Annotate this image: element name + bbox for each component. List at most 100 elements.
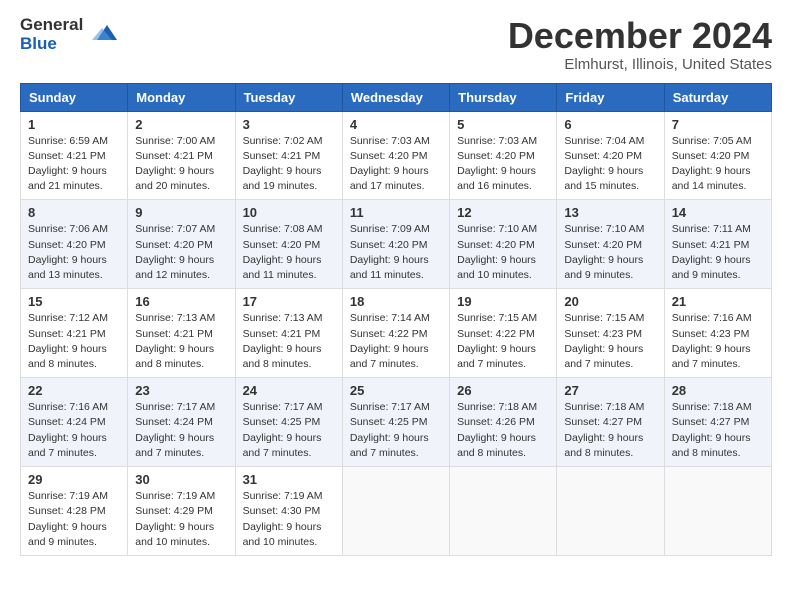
calendar-cell: 22 Sunrise: 7:16 AMSunset: 4:24 PMDaylig… bbox=[21, 378, 128, 467]
day-number: 29 bbox=[28, 472, 120, 487]
day-number: 4 bbox=[350, 117, 442, 132]
day-info: Sunrise: 7:17 AMSunset: 4:25 PMDaylight:… bbox=[350, 400, 442, 461]
page-header: General Blue December 2024 Elmhurst, Ill… bbox=[20, 16, 772, 73]
day-number: 8 bbox=[28, 205, 120, 220]
day-info: Sunrise: 7:17 AMSunset: 4:25 PMDaylight:… bbox=[243, 400, 335, 461]
day-info: Sunrise: 7:18 AMSunset: 4:26 PMDaylight:… bbox=[457, 400, 549, 461]
day-info: Sunrise: 7:15 AMSunset: 4:22 PMDaylight:… bbox=[457, 311, 549, 372]
day-info: Sunrise: 7:12 AMSunset: 4:21 PMDaylight:… bbox=[28, 311, 120, 372]
logo: General Blue bbox=[20, 16, 117, 53]
calendar-cell: 21 Sunrise: 7:16 AMSunset: 4:23 PMDaylig… bbox=[664, 289, 771, 378]
day-info: Sunrise: 7:18 AMSunset: 4:27 PMDaylight:… bbox=[672, 400, 764, 461]
day-header-tuesday: Tuesday bbox=[235, 83, 342, 111]
calendar-cell: 15 Sunrise: 7:12 AMSunset: 4:21 PMDaylig… bbox=[21, 289, 128, 378]
calendar-cell: 16 Sunrise: 7:13 AMSunset: 4:21 PMDaylig… bbox=[128, 289, 235, 378]
day-header-friday: Friday bbox=[557, 83, 664, 111]
day-number: 20 bbox=[564, 294, 656, 309]
day-number: 1 bbox=[28, 117, 120, 132]
calendar-cell: 3 Sunrise: 7:02 AMSunset: 4:21 PMDayligh… bbox=[235, 111, 342, 200]
calendar-cell: 14 Sunrise: 7:11 AMSunset: 4:21 PMDaylig… bbox=[664, 200, 771, 289]
day-number: 27 bbox=[564, 383, 656, 398]
calendar-week-1: 1 Sunrise: 6:59 AMSunset: 4:21 PMDayligh… bbox=[21, 111, 772, 200]
day-info: Sunrise: 7:05 AMSunset: 4:20 PMDaylight:… bbox=[672, 134, 764, 195]
day-header-sunday: Sunday bbox=[21, 83, 128, 111]
calendar-cell: 28 Sunrise: 7:18 AMSunset: 4:27 PMDaylig… bbox=[664, 378, 771, 467]
calendar-cell: 18 Sunrise: 7:14 AMSunset: 4:22 PMDaylig… bbox=[342, 289, 449, 378]
calendar-cell: 29 Sunrise: 7:19 AMSunset: 4:28 PMDaylig… bbox=[21, 467, 128, 556]
calendar-cell bbox=[664, 467, 771, 556]
calendar-cell: 13 Sunrise: 7:10 AMSunset: 4:20 PMDaylig… bbox=[557, 200, 664, 289]
day-info: Sunrise: 7:19 AMSunset: 4:29 PMDaylight:… bbox=[135, 489, 227, 550]
day-number: 9 bbox=[135, 205, 227, 220]
day-number: 6 bbox=[564, 117, 656, 132]
calendar-cell: 19 Sunrise: 7:15 AMSunset: 4:22 PMDaylig… bbox=[450, 289, 557, 378]
day-number: 28 bbox=[672, 383, 764, 398]
day-number: 24 bbox=[243, 383, 335, 398]
day-number: 21 bbox=[672, 294, 764, 309]
calendar-cell: 26 Sunrise: 7:18 AMSunset: 4:26 PMDaylig… bbox=[450, 378, 557, 467]
calendar-cell: 5 Sunrise: 7:03 AMSunset: 4:20 PMDayligh… bbox=[450, 111, 557, 200]
day-header-thursday: Thursday bbox=[450, 83, 557, 111]
month-title: December 2024 bbox=[508, 16, 772, 56]
day-number: 30 bbox=[135, 472, 227, 487]
calendar-cell: 20 Sunrise: 7:15 AMSunset: 4:23 PMDaylig… bbox=[557, 289, 664, 378]
calendar-cell: 17 Sunrise: 7:13 AMSunset: 4:21 PMDaylig… bbox=[235, 289, 342, 378]
calendar-cell: 4 Sunrise: 7:03 AMSunset: 4:20 PMDayligh… bbox=[342, 111, 449, 200]
day-number: 12 bbox=[457, 205, 549, 220]
calendar-cell: 9 Sunrise: 7:07 AMSunset: 4:20 PMDayligh… bbox=[128, 200, 235, 289]
calendar-cell: 31 Sunrise: 7:19 AMSunset: 4:30 PMDaylig… bbox=[235, 467, 342, 556]
day-info: Sunrise: 6:59 AMSunset: 4:21 PMDaylight:… bbox=[28, 134, 120, 195]
day-number: 19 bbox=[457, 294, 549, 309]
day-info: Sunrise: 7:19 AMSunset: 4:30 PMDaylight:… bbox=[243, 489, 335, 550]
calendar-cell: 25 Sunrise: 7:17 AMSunset: 4:25 PMDaylig… bbox=[342, 378, 449, 467]
calendar-week-5: 29 Sunrise: 7:19 AMSunset: 4:28 PMDaylig… bbox=[21, 467, 772, 556]
day-info: Sunrise: 7:03 AMSunset: 4:20 PMDaylight:… bbox=[350, 134, 442, 195]
day-info: Sunrise: 7:02 AMSunset: 4:21 PMDaylight:… bbox=[243, 134, 335, 195]
day-header-monday: Monday bbox=[128, 83, 235, 111]
logo-icon bbox=[87, 20, 117, 50]
day-info: Sunrise: 7:09 AMSunset: 4:20 PMDaylight:… bbox=[350, 222, 442, 283]
calendar-week-3: 15 Sunrise: 7:12 AMSunset: 4:21 PMDaylig… bbox=[21, 289, 772, 378]
day-number: 23 bbox=[135, 383, 227, 398]
calendar-cell: 12 Sunrise: 7:10 AMSunset: 4:20 PMDaylig… bbox=[450, 200, 557, 289]
day-number: 10 bbox=[243, 205, 335, 220]
day-number: 17 bbox=[243, 294, 335, 309]
day-info: Sunrise: 7:16 AMSunset: 4:23 PMDaylight:… bbox=[672, 311, 764, 372]
day-info: Sunrise: 7:00 AMSunset: 4:21 PMDaylight:… bbox=[135, 134, 227, 195]
day-number: 26 bbox=[457, 383, 549, 398]
day-number: 7 bbox=[672, 117, 764, 132]
day-info: Sunrise: 7:10 AMSunset: 4:20 PMDaylight:… bbox=[457, 222, 549, 283]
day-info: Sunrise: 7:16 AMSunset: 4:24 PMDaylight:… bbox=[28, 400, 120, 461]
day-header-wednesday: Wednesday bbox=[342, 83, 449, 111]
day-info: Sunrise: 7:11 AMSunset: 4:21 PMDaylight:… bbox=[672, 222, 764, 283]
day-number: 25 bbox=[350, 383, 442, 398]
calendar-cell: 6 Sunrise: 7:04 AMSunset: 4:20 PMDayligh… bbox=[557, 111, 664, 200]
calendar-cell: 8 Sunrise: 7:06 AMSunset: 4:20 PMDayligh… bbox=[21, 200, 128, 289]
header-row: SundayMondayTuesdayWednesdayThursdayFrid… bbox=[21, 83, 772, 111]
day-info: Sunrise: 7:13 AMSunset: 4:21 PMDaylight:… bbox=[243, 311, 335, 372]
day-number: 14 bbox=[672, 205, 764, 220]
day-number: 2 bbox=[135, 117, 227, 132]
day-number: 13 bbox=[564, 205, 656, 220]
calendar-cell bbox=[557, 467, 664, 556]
logo-general: General bbox=[20, 16, 83, 35]
day-info: Sunrise: 7:19 AMSunset: 4:28 PMDaylight:… bbox=[28, 489, 120, 550]
title-section: December 2024 Elmhurst, Illinois, United… bbox=[508, 16, 772, 73]
day-info: Sunrise: 7:06 AMSunset: 4:20 PMDaylight:… bbox=[28, 222, 120, 283]
day-info: Sunrise: 7:10 AMSunset: 4:20 PMDaylight:… bbox=[564, 222, 656, 283]
calendar-cell: 27 Sunrise: 7:18 AMSunset: 4:27 PMDaylig… bbox=[557, 378, 664, 467]
day-number: 11 bbox=[350, 205, 442, 220]
day-number: 22 bbox=[28, 383, 120, 398]
day-header-saturday: Saturday bbox=[664, 83, 771, 111]
calendar-cell: 24 Sunrise: 7:17 AMSunset: 4:25 PMDaylig… bbox=[235, 378, 342, 467]
calendar-cell: 30 Sunrise: 7:19 AMSunset: 4:29 PMDaylig… bbox=[128, 467, 235, 556]
day-info: Sunrise: 7:15 AMSunset: 4:23 PMDaylight:… bbox=[564, 311, 656, 372]
day-info: Sunrise: 7:03 AMSunset: 4:20 PMDaylight:… bbox=[457, 134, 549, 195]
calendar-week-2: 8 Sunrise: 7:06 AMSunset: 4:20 PMDayligh… bbox=[21, 200, 772, 289]
day-info: Sunrise: 7:04 AMSunset: 4:20 PMDaylight:… bbox=[564, 134, 656, 195]
day-number: 3 bbox=[243, 117, 335, 132]
calendar-cell: 10 Sunrise: 7:08 AMSunset: 4:20 PMDaylig… bbox=[235, 200, 342, 289]
day-info: Sunrise: 7:18 AMSunset: 4:27 PMDaylight:… bbox=[564, 400, 656, 461]
day-info: Sunrise: 7:13 AMSunset: 4:21 PMDaylight:… bbox=[135, 311, 227, 372]
day-info: Sunrise: 7:07 AMSunset: 4:20 PMDaylight:… bbox=[135, 222, 227, 283]
